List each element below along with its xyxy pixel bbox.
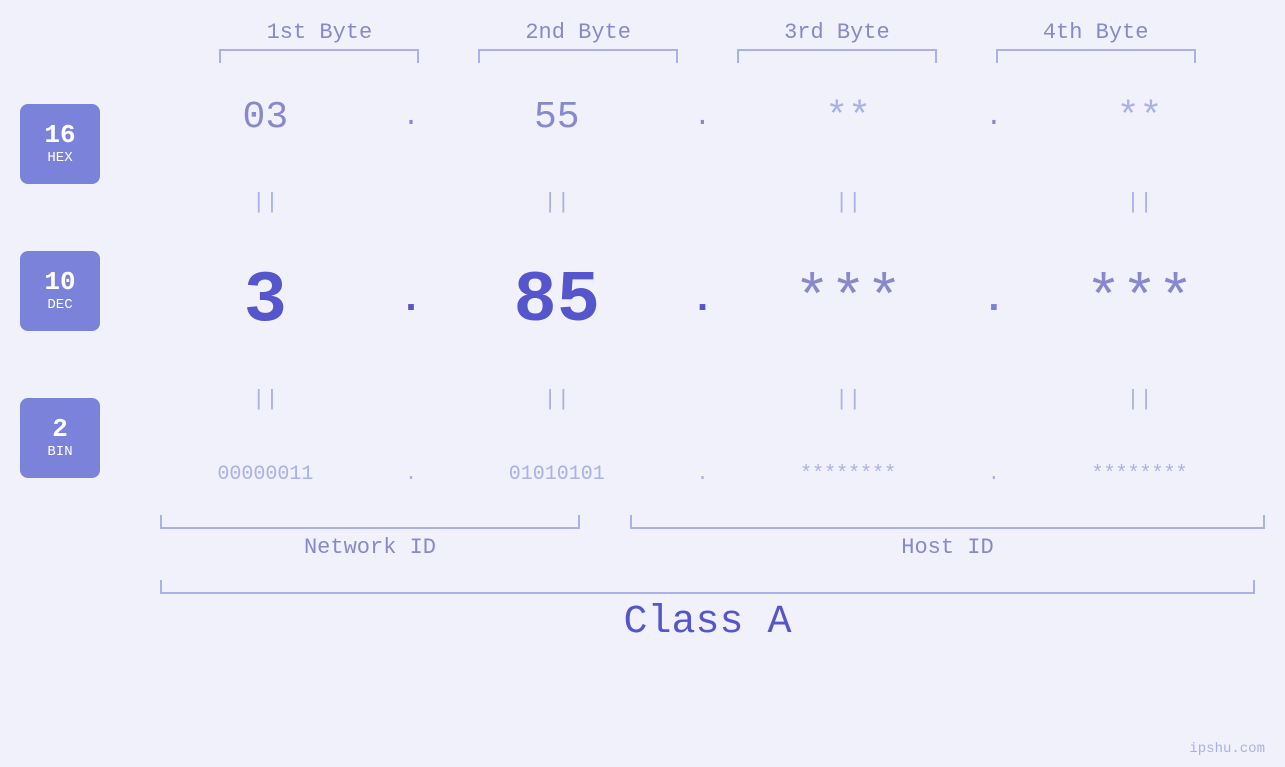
hex-badge-label: HEX — [47, 150, 72, 166]
net-bottom-bracket — [160, 515, 580, 529]
dec-b4: *** — [1040, 267, 1240, 335]
eq1-b3: || — [748, 190, 948, 215]
dec-b2: 85 — [457, 265, 657, 337]
eq2-b2: || — [457, 387, 657, 412]
hex-b4: ** — [1040, 96, 1240, 139]
bin-badge-label: BIN — [47, 444, 72, 460]
eq1-b2: || — [457, 190, 657, 215]
bin-badge: 2 BIN — [20, 398, 100, 478]
host-bottom-bracket — [630, 515, 1265, 529]
dec-dot3: . — [979, 278, 1009, 323]
dec-badge-label: DEC — [47, 297, 72, 313]
hex-row: 03 . 55 . ** . ** — [140, 96, 1265, 139]
host-id-label: Host ID — [901, 535, 993, 560]
eq2-b4: || — [1040, 387, 1240, 412]
dec-badge: 10 DEC — [20, 251, 100, 331]
bracket-byte1 — [219, 49, 419, 63]
dec-dot2: . — [687, 278, 717, 323]
eq2-b3: || — [748, 387, 948, 412]
bin-dot2: . — [687, 463, 717, 486]
equals-row-2: || || || || — [140, 387, 1265, 412]
class-label: Class A — [160, 600, 1255, 645]
dec-b1: 3 — [165, 265, 365, 337]
dec-dot1: . — [396, 278, 426, 323]
watermark: ipshu.com — [1189, 741, 1265, 757]
hex-dot1: . — [396, 102, 426, 133]
eq1-b4: || — [1040, 190, 1240, 215]
byte2-header: 2nd Byte — [478, 20, 678, 45]
bin-badge-num: 2 — [52, 416, 68, 442]
bin-b3: ******** — [748, 463, 948, 486]
hex-b2: 55 — [457, 96, 657, 139]
network-id-label: Network ID — [304, 535, 436, 560]
bin-dot3: . — [979, 463, 1009, 486]
byte4-header: 4th Byte — [996, 20, 1196, 45]
bracket-byte3 — [737, 49, 937, 63]
bin-dot1: . — [396, 463, 426, 486]
class-bracket — [160, 580, 1255, 594]
bin-b2: 01010101 — [457, 463, 657, 486]
dec-row: 3 . 85 . *** . *** — [140, 265, 1265, 337]
dec-badge-num: 10 — [44, 269, 75, 295]
byte-headers: 1st Byte 2nd Byte 3rd Byte 4th Byte — [130, 20, 1285, 45]
hex-b1: 03 — [165, 96, 365, 139]
class-section: Class A — [140, 580, 1275, 645]
eq2-b1: || — [165, 387, 365, 412]
bracket-byte2 — [478, 49, 678, 63]
bin-row: 00000011 . 01010101 . ******** . — [140, 463, 1265, 486]
hex-badge-num: 16 — [44, 122, 75, 148]
bracket-byte4 — [996, 49, 1196, 63]
hex-dot2: . — [687, 102, 717, 133]
hex-dot3: . — [979, 102, 1009, 133]
top-brackets — [130, 49, 1285, 63]
hex-b3: ** — [748, 96, 948, 139]
equals-row-1: || || || || — [140, 190, 1265, 215]
hex-badge: 16 HEX — [20, 104, 100, 184]
byte3-header: 3rd Byte — [737, 20, 937, 45]
byte1-header: 1st Byte — [219, 20, 419, 45]
bin-b1: 00000011 — [165, 463, 365, 486]
main-container: 1st Byte 2nd Byte 3rd Byte 4th Byte 16 H… — [0, 0, 1285, 767]
bin-b4: ******** — [1040, 463, 1240, 486]
dec-b3: *** — [748, 267, 948, 335]
eq1-b1: || — [165, 190, 365, 215]
badges-column: 16 HEX 10 DEC 2 BIN — [20, 71, 120, 511]
